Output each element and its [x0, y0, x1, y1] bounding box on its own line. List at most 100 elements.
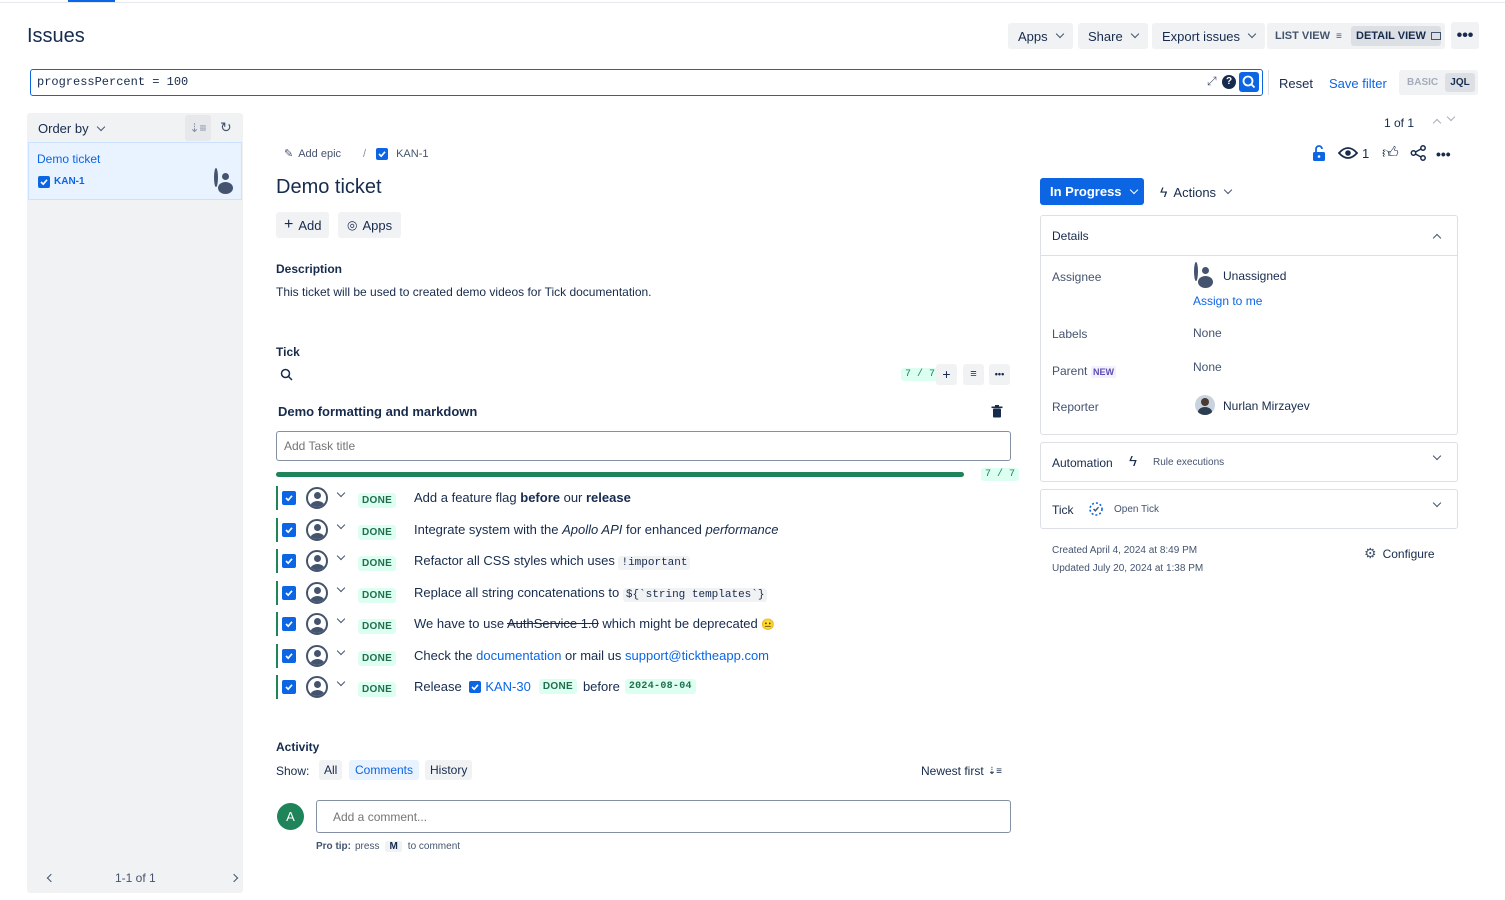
task-assignee-avatar[interactable] — [306, 550, 328, 572]
task-assignee-avatar[interactable] — [306, 613, 328, 635]
add-task-input[interactable] — [276, 431, 1011, 461]
next-issue-icon[interactable] — [1446, 112, 1456, 122]
task-row[interactable]: DONE Release KAN-30 DONE before 2024-08-… — [276, 675, 1016, 699]
task-row[interactable]: DONE We have to use AuthService 1.0 whic… — [276, 612, 1016, 636]
share-icon[interactable] — [1410, 145, 1427, 161]
actions-dropdown[interactable]: ϟ Actions — [1160, 184, 1233, 200]
basic-mode-button[interactable]: BASIC — [1407, 77, 1438, 88]
refresh-button[interactable]: ↻ — [220, 119, 232, 136]
more-actions-icon[interactable]: ••• — [1436, 146, 1451, 162]
issue-title[interactable]: Demo ticket — [276, 176, 382, 199]
watch-button[interactable]: 1 — [1338, 145, 1369, 161]
task-status-badge[interactable]: DONE — [358, 651, 397, 666]
linked-issue-kan30[interactable]: KAN-30 — [485, 679, 531, 694]
task-row[interactable]: DONE Replace all string concatenations t… — [276, 581, 1016, 605]
sort-direction-button[interactable]: ⇣≡ — [185, 115, 211, 141]
description-text[interactable]: This ticket will be used to created demo… — [276, 285, 652, 299]
chevron-down-icon[interactable] — [336, 551, 346, 561]
task-assignee-avatar[interactable] — [306, 582, 328, 604]
detail-view-button[interactable]: DETAIL VIEW — [1351, 26, 1441, 46]
add-button[interactable]: + Add — [276, 212, 330, 238]
task-assignee-avatar[interactable] — [306, 645, 328, 667]
task-row[interactable]: DONE Check the documentation or mail us … — [276, 644, 1016, 668]
task-checkbox[interactable] — [282, 554, 296, 568]
task-status-badge[interactable]: DONE — [358, 493, 397, 508]
task-checkbox[interactable] — [282, 586, 296, 600]
task-assignee-avatar[interactable] — [306, 676, 328, 698]
support-email-link[interactable]: support@ticktheapp.com — [625, 648, 769, 663]
status-dropdown[interactable]: In Progress — [1040, 178, 1144, 205]
next-page-icon[interactable] — [229, 873, 239, 883]
checklist-title[interactable]: Demo formatting and markdown — [278, 404, 477, 419]
filter-button[interactable]: ≡ — [963, 364, 984, 385]
task-status-badge[interactable]: DONE — [358, 588, 397, 603]
unlock-icon[interactable] — [1310, 144, 1328, 162]
save-filter-button[interactable]: Save filter — [1329, 76, 1387, 91]
details-header[interactable]: Details — [1041, 216, 1457, 256]
jql-search-input[interactable]: progressPercent = 100 ⤢ ? — [30, 69, 1263, 96]
task-text[interactable]: Release KAN-30 DONE before 2024-08-04 — [414, 679, 696, 694]
search-icon[interactable] — [280, 368, 293, 381]
search-button[interactable] — [1239, 72, 1259, 92]
expand-icon[interactable]: ⤢ — [1207, 74, 1217, 89]
task-status-badge[interactable]: DONE — [358, 525, 397, 540]
like-icon[interactable]: 👍︎ — [1382, 144, 1399, 163]
labels-value[interactable]: None — [1193, 326, 1222, 340]
task-text[interactable]: Check the documentation or mail us suppo… — [414, 648, 769, 663]
prev-issue-icon[interactable] — [1432, 118, 1442, 128]
tick-more-button[interactable]: ••• — [989, 364, 1010, 385]
filter-comments-button[interactable]: Comments — [349, 760, 420, 780]
chevron-down-icon[interactable] — [336, 677, 346, 687]
automation-panel[interactable]: Automation ϟ Rule executions — [1040, 442, 1458, 482]
chevron-down-icon[interactable] — [336, 614, 346, 624]
chevron-down-icon[interactable] — [336, 646, 346, 656]
task-checkbox[interactable] — [282, 523, 296, 537]
help-icon[interactable]: ? — [1222, 75, 1236, 89]
task-checkbox[interactable] — [282, 680, 296, 694]
reset-button[interactable]: Reset — [1279, 76, 1313, 91]
chevron-down-icon[interactable] — [336, 520, 346, 530]
task-status-badge[interactable]: DONE — [358, 556, 397, 571]
sort-comments-button[interactable]: Newest first ⇣≡ — [921, 764, 1002, 778]
trash-icon[interactable] — [991, 405, 1003, 418]
task-checkbox[interactable] — [282, 649, 296, 663]
task-row[interactable]: DONE Refactor all CSS styles which uses … — [276, 549, 1016, 573]
task-assignee-avatar[interactable] — [306, 487, 328, 509]
add-task-button[interactable]: + — [936, 364, 957, 385]
task-checkbox[interactable] — [282, 617, 296, 631]
task-row[interactable]: DONE Add a feature flag before our relea… — [276, 486, 1016, 510]
task-row[interactable]: DONE Integrate system with the Apollo AP… — [276, 518, 1016, 542]
apps-issue-button[interactable]: ◎ Apps — [338, 212, 402, 238]
task-text[interactable]: Add a feature flag before our release — [414, 490, 631, 505]
filter-all-button[interactable]: All — [319, 760, 343, 780]
add-epic-link[interactable]: Add epic — [298, 148, 341, 160]
assign-to-me-link[interactable]: Assign to me — [1193, 294, 1262, 308]
more-options-button[interactable]: ••• — [1451, 22, 1479, 49]
task-text[interactable]: Integrate system with the Apollo API for… — [414, 522, 778, 537]
list-view-button[interactable]: LIST VIEW ≡ — [1275, 30, 1342, 42]
export-issues-button[interactable]: Export issues — [1152, 23, 1266, 49]
chevron-down-icon[interactable] — [336, 583, 346, 593]
comment-input[interactable] — [316, 800, 1011, 833]
filter-history-button[interactable]: History — [425, 760, 473, 780]
documentation-link[interactable]: documentation — [476, 648, 561, 663]
reporter-value[interactable]: Nurlan Mirzayev — [1223, 399, 1310, 413]
configure-button[interactable]: ⚙ Configure — [1364, 545, 1435, 562]
open-tick-link[interactable]: Open Tick — [1114, 504, 1159, 515]
task-checkbox[interactable] — [282, 491, 296, 505]
task-status-badge[interactable]: DONE — [358, 682, 397, 697]
task-status-badge[interactable]: DONE — [358, 619, 397, 634]
apps-button[interactable]: Apps — [1008, 23, 1073, 49]
jql-mode-button[interactable]: JQL — [1445, 73, 1475, 92]
prev-page-icon[interactable] — [46, 873, 56, 883]
issue-card[interactable]: Demo ticket KAN-1 — [28, 142, 242, 200]
chevron-down-icon[interactable] — [336, 488, 346, 498]
task-assignee-avatar[interactable] — [306, 519, 328, 541]
task-text[interactable]: Refactor all CSS styles which uses !impo… — [414, 553, 691, 570]
order-by-button[interactable]: Order by — [38, 121, 105, 136]
issue-key-link[interactable]: KAN-1 — [396, 148, 428, 160]
assignee-value[interactable]: Unassigned — [1223, 269, 1286, 283]
tick-panel[interactable]: Tick Open Tick — [1040, 489, 1458, 529]
parent-value[interactable]: None — [1193, 360, 1222, 374]
share-button[interactable]: Share — [1078, 23, 1148, 49]
